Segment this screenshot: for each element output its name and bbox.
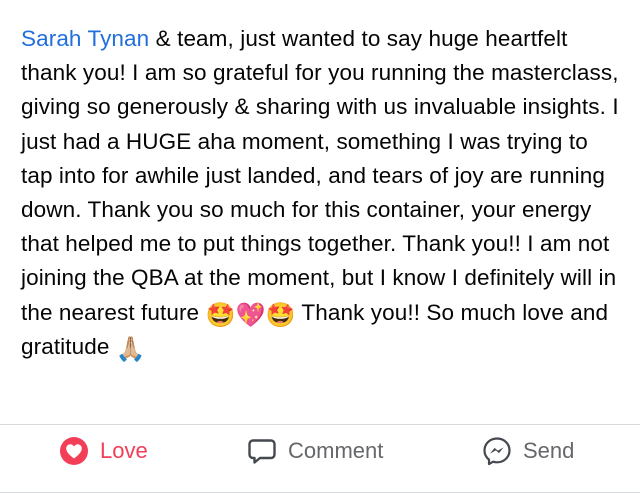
love-button[interactable]: Love bbox=[58, 435, 148, 467]
send-button[interactable]: Send bbox=[481, 435, 574, 467]
post-text-part1: & team, just wanted to say huge heartfel… bbox=[21, 26, 619, 325]
action-bar: Love Comment Send bbox=[0, 424, 640, 493]
post-body: Sarah Tynan & team, just wanted to say h… bbox=[21, 22, 621, 364]
sparkling-heart-emoji: 💖 bbox=[235, 301, 266, 329]
love-label: Love bbox=[100, 438, 148, 463]
send-label: Send bbox=[523, 438, 575, 463]
star-struck-emoji-2: 🤩 bbox=[265, 301, 296, 329]
heart-icon bbox=[58, 435, 90, 467]
comment-button[interactable]: Comment bbox=[246, 435, 383, 467]
folded-hands-emoji: 🙏🏼 bbox=[115, 335, 146, 363]
post-text: Sarah Tynan & team, just wanted to say h… bbox=[21, 22, 621, 364]
comment-label: Comment bbox=[288, 438, 384, 463]
star-struck-emoji: 🤩 bbox=[205, 301, 236, 329]
mention-link[interactable]: Sarah Tynan bbox=[21, 26, 149, 51]
messenger-icon bbox=[481, 435, 513, 467]
comment-bubble-icon bbox=[246, 435, 278, 467]
